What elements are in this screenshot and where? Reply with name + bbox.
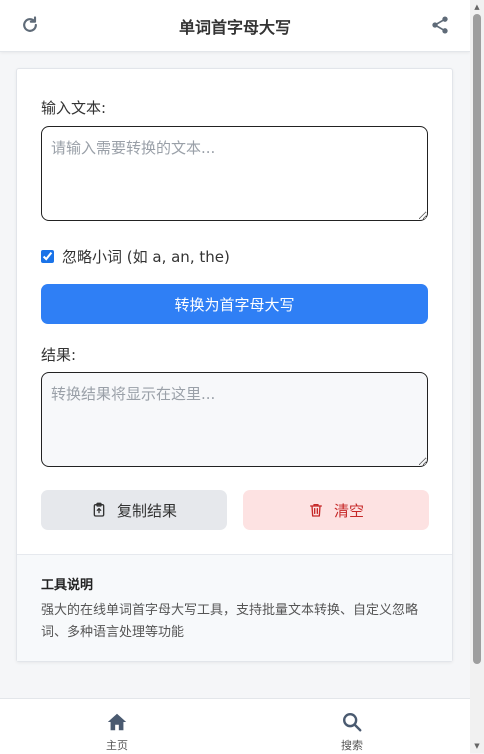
nav-home-label: 主页 bbox=[106, 739, 128, 752]
ignore-small-words-checkbox[interactable] bbox=[41, 250, 54, 263]
ignore-small-words-label: 忽略小词 (如 a, an, the) bbox=[62, 248, 230, 266]
scroll-down-arrow-icon[interactable]: ▼ bbox=[473, 742, 481, 750]
scrollbar[interactable]: ▲ ▼ bbox=[470, 0, 484, 753]
page-title: 单词首字母大写 bbox=[178, 18, 291, 37]
tool-info-description: 强大的在线单词首字母大写工具，支持批量文本转换、自定义忽略词、多种语言处理等功能 bbox=[41, 603, 419, 640]
result-label: 结果: bbox=[41, 346, 77, 364]
search-icon bbox=[343, 713, 362, 732]
nav-item-search[interactable]: 搜索 bbox=[312, 711, 392, 753]
app-header: 单词首字母大写 bbox=[0, 0, 470, 52]
clear-button[interactable]: 清空 bbox=[243, 490, 429, 530]
convert-button[interactable]: 转换为首字母大写 bbox=[41, 284, 428, 324]
share-icon[interactable] bbox=[430, 15, 450, 35]
home-icon bbox=[107, 713, 127, 731]
copy-result-button[interactable]: 复制结果 bbox=[41, 490, 227, 530]
scroll-up-arrow-icon[interactable]: ▲ bbox=[473, 3, 481, 11]
nav-search-label: 搜索 bbox=[341, 739, 363, 752]
input-label: 输入文本: bbox=[41, 99, 107, 117]
bottom-nav: 主页 搜索 bbox=[0, 698, 470, 754]
result-textarea[interactable] bbox=[41, 372, 428, 467]
copy-result-label: 复制结果 bbox=[116, 501, 177, 520]
ignore-small-words-option[interactable]: 忽略小词 (如 a, an, the) bbox=[41, 246, 230, 267]
scroll-thumb[interactable] bbox=[473, 14, 481, 664]
converter-card: 输入文本: 忽略小词 (如 a, an, the) 转换为首字母大写 结果: 复… bbox=[16, 68, 453, 662]
trash-icon bbox=[309, 504, 322, 517]
tool-info-section: 工具说明 强大的在线单词首字母大写工具，支持批量文本转换、自定义忽略词、多种语言… bbox=[17, 554, 452, 661]
nav-item-home[interactable]: 主页 bbox=[77, 711, 157, 753]
clear-label: 清空 bbox=[333, 501, 364, 520]
input-textarea[interactable] bbox=[41, 126, 428, 221]
clipboard-icon bbox=[93, 502, 105, 517]
tool-info-title: 工具说明 bbox=[41, 578, 94, 593]
